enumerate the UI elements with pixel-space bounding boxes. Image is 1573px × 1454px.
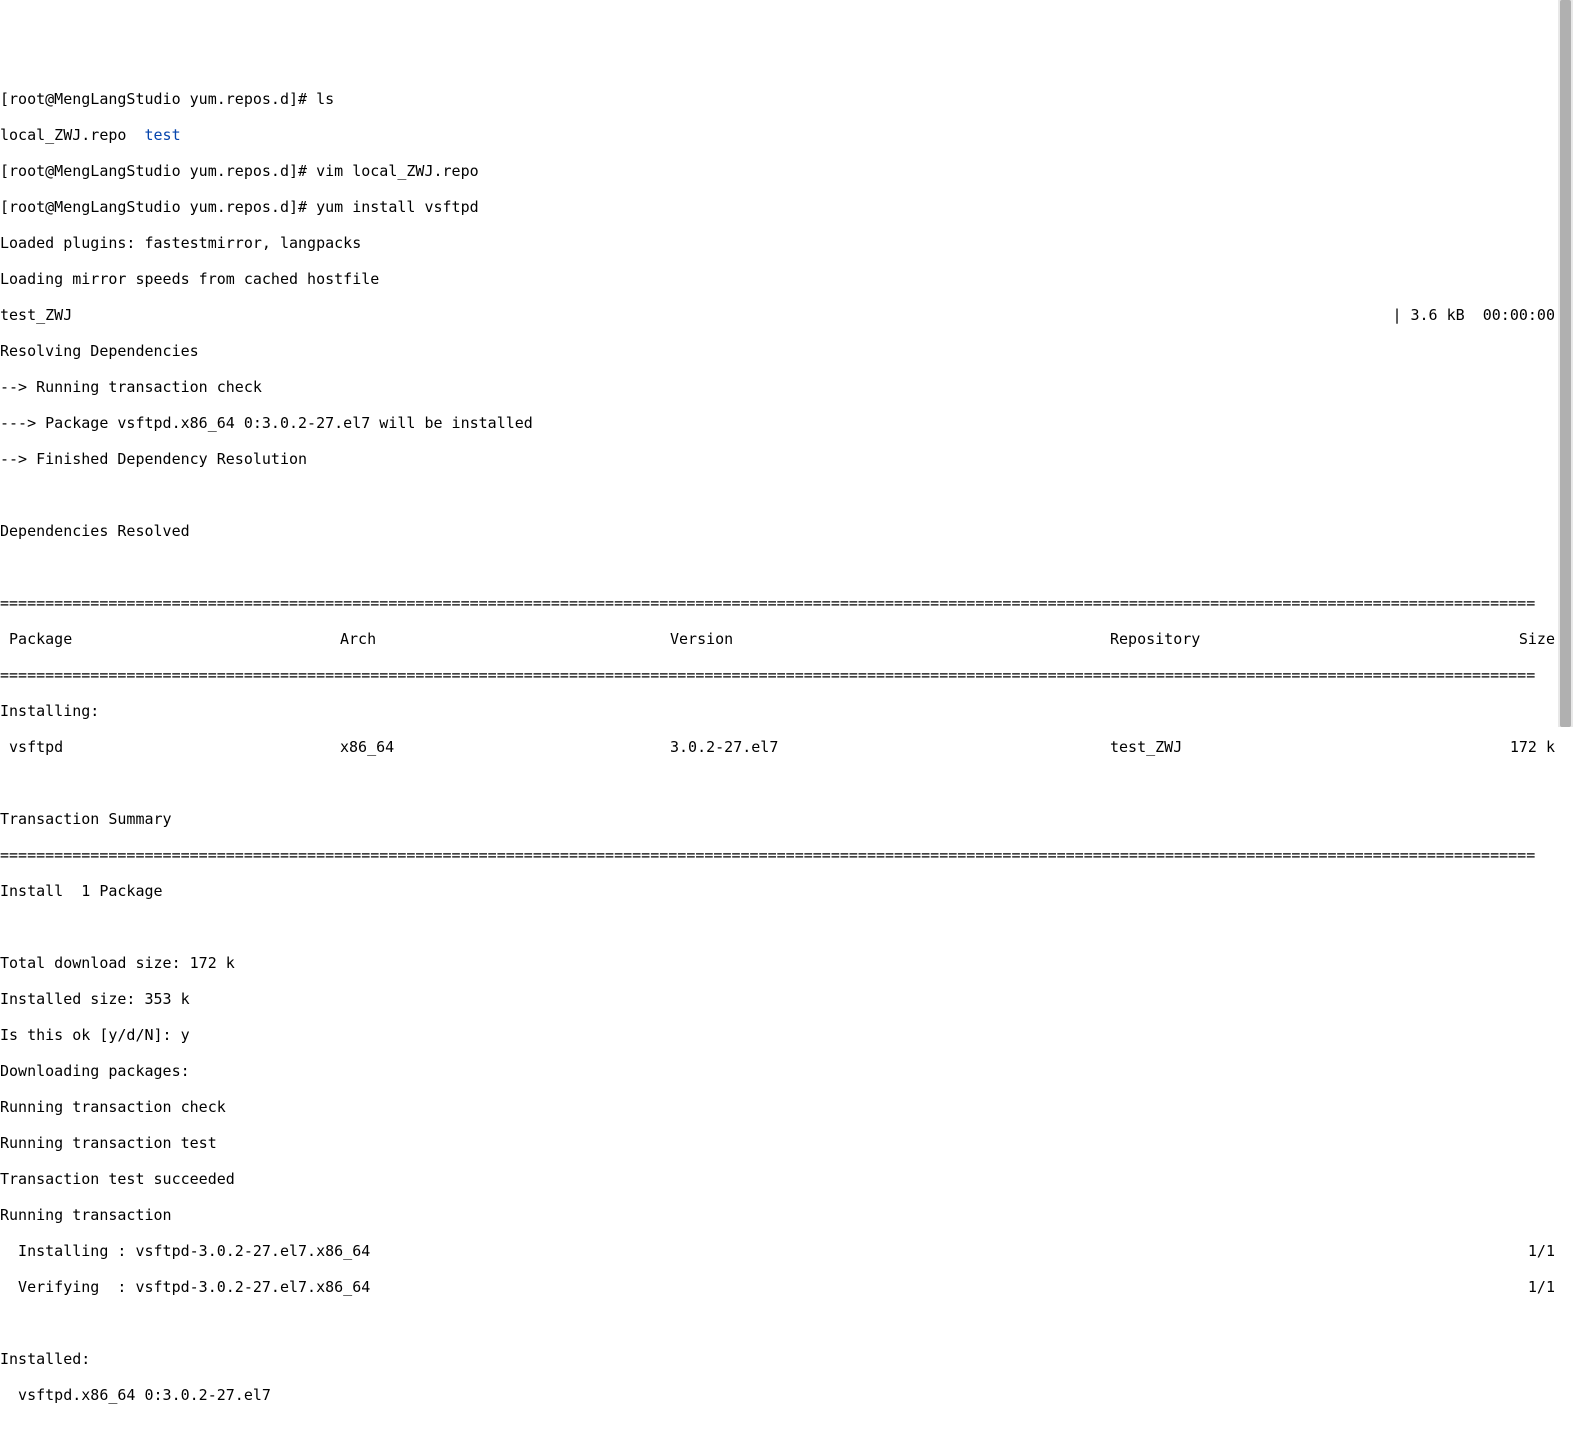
progress-row: Installing : vsftpd-3.0.2-27.el7.x86_641…	[0, 1242, 1555, 1260]
terminal-output[interactable]: [root@MengLangStudio yum.repos.d]# ls lo…	[0, 72, 1555, 1454]
blank-line	[0, 1422, 1555, 1440]
blank-line	[0, 774, 1555, 792]
output-line: Downloading packages:	[0, 1062, 1555, 1080]
output-line: Installed:	[0, 1350, 1555, 1368]
output-line: vsftpd.x86_64 0:3.0.2-27.el7	[0, 1386, 1555, 1404]
output-line: Installing:	[0, 702, 1555, 720]
command-line: [root@MengLangStudio yum.repos.d]# ls	[0, 90, 1555, 108]
scrollbar-thumb[interactable]	[1560, 0, 1571, 727]
output-line: Total download size: 172 k	[0, 954, 1555, 972]
blank-line	[0, 1314, 1555, 1332]
separator: ========================================…	[0, 846, 1555, 864]
output-line: Transaction Summary	[0, 810, 1555, 828]
output-line: Running transaction	[0, 1206, 1555, 1224]
separator: ========================================…	[0, 594, 1555, 612]
repo-status-row: test_ZWJ| 3.6 kB 00:00:00	[0, 306, 1555, 324]
separator: ========================================…	[0, 666, 1555, 684]
output-line: Install 1 Package	[0, 882, 1555, 900]
output-line: Resolving Dependencies	[0, 342, 1555, 360]
prompt-line: Is this ok [y/d/N]: y	[0, 1026, 1555, 1044]
output-line: --> Running transaction check	[0, 378, 1555, 396]
table-row: vsftpdx86_643.0.2-27.el7test_ZWJ172 k	[0, 738, 1555, 756]
output-line: Loading mirror speeds from cached hostfi…	[0, 270, 1555, 288]
output-line: Running transaction check	[0, 1098, 1555, 1116]
output-line: ---> Package vsftpd.x86_64 0:3.0.2-27.el…	[0, 414, 1555, 432]
directory-link: test	[145, 126, 181, 144]
output-line: Dependencies Resolved	[0, 522, 1555, 540]
scrollbar[interactable]	[1558, 0, 1573, 727]
command-line: [root@MengLangStudio yum.repos.d]# yum i…	[0, 198, 1555, 216]
blank-line	[0, 918, 1555, 936]
output-line: Loaded plugins: fastestmirror, langpacks	[0, 234, 1555, 252]
output-line: Installed size: 353 k	[0, 990, 1555, 1008]
blank-line	[0, 486, 1555, 504]
progress-row: Verifying : vsftpd-3.0.2-27.el7.x86_641/…	[0, 1278, 1555, 1296]
blank-line	[0, 558, 1555, 576]
table-header: PackageArchVersionRepositorySize	[0, 630, 1555, 648]
output-line: --> Finished Dependency Resolution	[0, 450, 1555, 468]
output-line: Running transaction test	[0, 1134, 1555, 1152]
ls-output: local_ZWJ.repo test	[0, 126, 1555, 144]
output-line: Transaction test succeeded	[0, 1170, 1555, 1188]
command-line: [root@MengLangStudio yum.repos.d]# vim l…	[0, 162, 1555, 180]
